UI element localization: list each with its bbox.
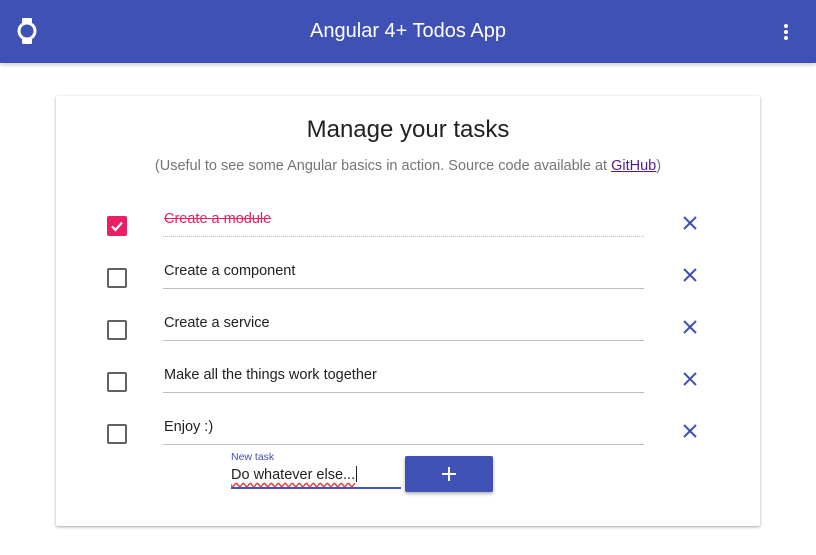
task-checkbox[interactable]: [107, 268, 127, 288]
new-task-label: New task: [231, 451, 275, 463]
subtitle: (Useful to see some Angular basics in ac…: [56, 158, 760, 174]
check-icon: [111, 221, 123, 232]
more-vert-icon[interactable]: [778, 20, 794, 44]
task-row: Create a module: [56, 205, 760, 245]
add-task-button[interactable]: [405, 456, 493, 492]
new-task-input[interactable]: Do whatever else...: [231, 465, 401, 489]
tasks-card: Manage your tasks (Useful to see some An…: [56, 96, 760, 526]
task-row: Make all the things work together: [56, 361, 760, 401]
plus-icon: [442, 467, 456, 481]
task-checkbox[interactable]: [107, 216, 127, 236]
delete-icon[interactable]: [681, 214, 699, 232]
task-row: Create a service: [56, 309, 760, 349]
task-text-input[interactable]: Create a module: [163, 205, 644, 237]
task-checkbox[interactable]: [107, 320, 127, 340]
delete-icon[interactable]: [681, 422, 699, 440]
github-link[interactable]: GitHub: [611, 158, 656, 174]
subtitle-suffix: ): [656, 158, 662, 174]
new-task-field: New task Do whatever else...: [231, 451, 401, 489]
new-task-value: Do whatever else...: [231, 467, 356, 483]
task-checkbox[interactable]: [107, 372, 127, 392]
subtitle-prefix: (Useful to see some Angular basics in ac…: [154, 158, 612, 174]
task-text-input[interactable]: Make all the things work together: [163, 361, 644, 393]
delete-icon[interactable]: [681, 370, 699, 388]
delete-icon[interactable]: [681, 318, 699, 336]
task-text-input[interactable]: Create a component: [163, 257, 644, 289]
task-checkbox[interactable]: [107, 424, 127, 444]
task-text-input[interactable]: Enjoy :): [163, 413, 644, 445]
app-title: Angular 4+ Todos App: [310, 20, 506, 42]
page-title: Manage your tasks: [306, 116, 510, 143]
task-row: Create a component: [56, 257, 760, 297]
delete-icon[interactable]: [681, 266, 699, 284]
task-row: Enjoy :): [56, 413, 760, 453]
app-toolbar: Angular 4+ Todos App: [0, 0, 816, 63]
task-text-input[interactable]: Create a service: [163, 309, 644, 341]
text-caret: [356, 466, 358, 482]
